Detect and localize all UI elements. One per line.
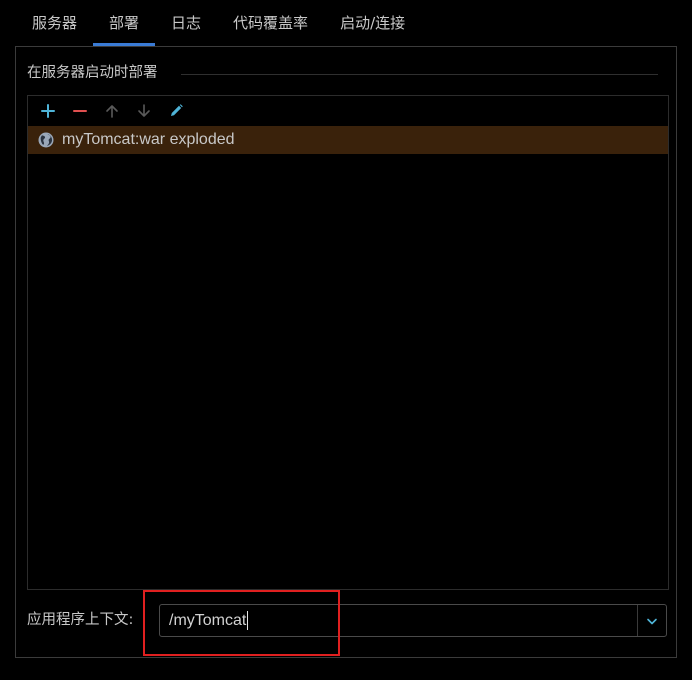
deployment-list: myTomcat:war exploded (27, 95, 669, 590)
pencil-icon (171, 104, 183, 116)
application-context-value: /myTomcat (169, 611, 247, 629)
deployment-settings-window: 服务器 部署 日志 代码覆盖率 启动/连接 在服务器启动时部署 myTomcat… (0, 0, 692, 680)
add-button[interactable] (32, 97, 64, 125)
deployment-toolbar (28, 96, 668, 126)
list-item[interactable]: myTomcat:war exploded (28, 126, 668, 154)
group-divider (181, 74, 658, 75)
text-caret (247, 611, 249, 630)
move-up-button[interactable] (96, 97, 128, 125)
tab-server[interactable]: 服务器 (16, 0, 93, 46)
arrow-down-icon (138, 104, 150, 117)
remove-button[interactable] (64, 97, 96, 125)
chevron-down-icon (647, 618, 657, 624)
move-down-button[interactable] (128, 97, 160, 125)
deployment-rows: myTomcat:war exploded (28, 126, 668, 154)
deployment-panel: 在服务器启动时部署 myTomcat:war exploded 应用程序上下文:… (15, 46, 677, 658)
globe-icon (38, 132, 54, 148)
application-context-label: 应用程序上下文: (27, 612, 134, 628)
list-item-label: myTomcat:war exploded (62, 131, 235, 148)
tab-deployment[interactable]: 部署 (93, 0, 156, 46)
tab-bar: 服务器 部署 日志 代码覆盖率 启动/连接 (16, 0, 421, 46)
deploy-on-startup-title: 在服务器启动时部署 (27, 65, 158, 81)
tab-startup-connection[interactable]: 启动/连接 (324, 0, 421, 46)
application-context-input[interactable]: /myTomcat (160, 605, 638, 636)
minus-icon (73, 110, 87, 112)
edit-button[interactable] (160, 97, 192, 125)
arrow-up-icon (106, 105, 118, 118)
application-context-combo[interactable]: /myTomcat (159, 604, 667, 637)
tab-logs[interactable]: 日志 (155, 0, 217, 46)
dropdown-button[interactable] (638, 605, 666, 636)
plus-icon (41, 104, 55, 118)
tab-code-coverage[interactable]: 代码覆盖率 (217, 0, 324, 46)
